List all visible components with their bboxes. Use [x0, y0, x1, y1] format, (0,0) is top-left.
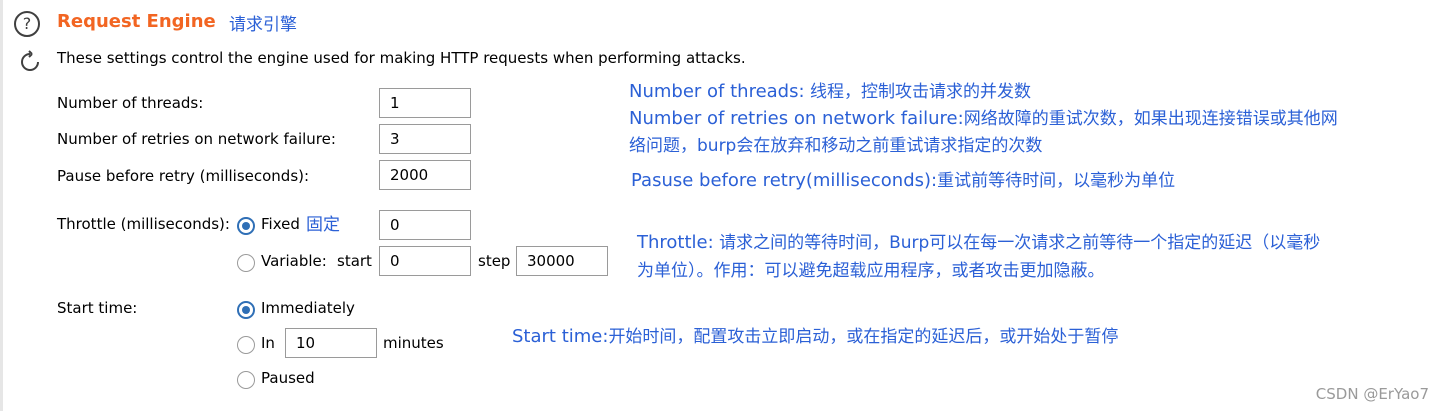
annotation-start-time-term: Start time: — [512, 326, 609, 347]
start-time-label: Start time: — [57, 299, 138, 317]
refresh-icon[interactable] — [18, 50, 42, 74]
start-immediately-label[interactable]: Immediately — [261, 299, 355, 317]
section-title-annotation: 请求引擎 — [229, 15, 297, 35]
throttle-fixed-input[interactable] — [379, 210, 471, 240]
pause-input[interactable] — [379, 160, 471, 190]
throttle-fixed-label[interactable]: Fixed — [261, 215, 300, 233]
annotation-throttle-term: Throttle: — [637, 232, 714, 253]
throttle-start-label: start — [337, 252, 372, 270]
throttle-variable-radio[interactable] — [237, 254, 255, 272]
annotation-retries-term: Number of retries on network failure: — [629, 108, 964, 129]
throttle-step-input[interactable] — [516, 246, 608, 276]
throttle-variable-label[interactable]: Variable: — [261, 252, 327, 270]
annotation-start-time: Start time:开始时间，配置攻击立即启动，或在指定的延迟后，或开始处于暂… — [512, 322, 1118, 347]
retries-label: Number of retries on network failure: — [57, 130, 336, 148]
threads-input[interactable] — [379, 88, 471, 118]
annotation-pause-term: Pasuse before retry(milliseconds): — [631, 170, 938, 191]
start-paused-radio[interactable] — [237, 371, 255, 389]
annotation-threads-term: Number of threads: — [629, 81, 805, 102]
start-in-minutes-input[interactable] — [285, 328, 377, 358]
help-icon[interactable]: ? — [14, 11, 40, 37]
annotation-throttle: Throttle: 请求之间的等待时间，Burp可以在每一次请求之前等待一个指定… — [637, 228, 1320, 253]
section-description: These settings control the engine used f… — [57, 49, 746, 67]
start-in-label[interactable]: In — [261, 334, 275, 352]
annotation-retries: Number of retries on network failure:网络故… — [629, 104, 1338, 129]
annotation-threads: Number of threads: 线程，控制攻击请求的并发数 — [629, 77, 1031, 102]
annotation-retries-line2: 络问题，burp会在放弃和移动之前重试请求指定的次数 — [629, 131, 1042, 156]
annotation-throttle-text: 请求之间的等待时间，Burp可以在每一次请求之前等待一个指定的延迟（以毫秒 — [713, 233, 1321, 253]
throttle-label: Throttle (milliseconds): — [57, 215, 230, 233]
section-title: Request Engine — [57, 11, 216, 32]
annotation-retries-line2-text: 络问题，burp会在放弃和移动之前重试请求指定的次数 — [629, 136, 1043, 156]
pause-label: Pause before retry (milliseconds): — [57, 167, 310, 185]
start-in-minutes-label: minutes — [383, 334, 444, 352]
throttle-fixed-radio[interactable] — [237, 217, 255, 235]
retries-input[interactable] — [379, 124, 471, 154]
throttle-fixed-annotation: 固定 — [306, 215, 340, 235]
annotation-pause-text: 重试前等待时间，以毫秒为单位 — [937, 171, 1176, 191]
start-in-radio[interactable] — [237, 336, 255, 354]
left-border — [0, 0, 3, 411]
start-immediately-radio[interactable] — [237, 301, 255, 319]
annotation-threads-text: 线程，控制攻击请求的并发数 — [804, 82, 1031, 102]
start-paused-label[interactable]: Paused — [261, 369, 315, 387]
watermark: CSDN @ErYao7 — [1315, 385, 1429, 403]
throttle-step-label: step — [478, 252, 511, 270]
annotation-retries-text: 网络故障的重试次数，如果出现连接错误或其他网 — [963, 109, 1338, 129]
annotation-pause: Pasuse before retry(milliseconds):重试前等待时… — [631, 166, 1175, 191]
throttle-start-input[interactable] — [379, 246, 471, 276]
annotation-start-time-text: 开始时间，配置攻击立即启动，或在指定的延迟后，或开始处于暂停 — [608, 327, 1119, 347]
threads-label: Number of threads: — [57, 94, 204, 112]
annotation-throttle-line2-text: 为单位）。作用：可以避免超载应用程序，或者攻击更加隐蔽。 — [637, 261, 1105, 281]
annotation-throttle-line2: 为单位）。作用：可以避免超载应用程序，或者攻击更加隐蔽。 — [637, 256, 1105, 281]
